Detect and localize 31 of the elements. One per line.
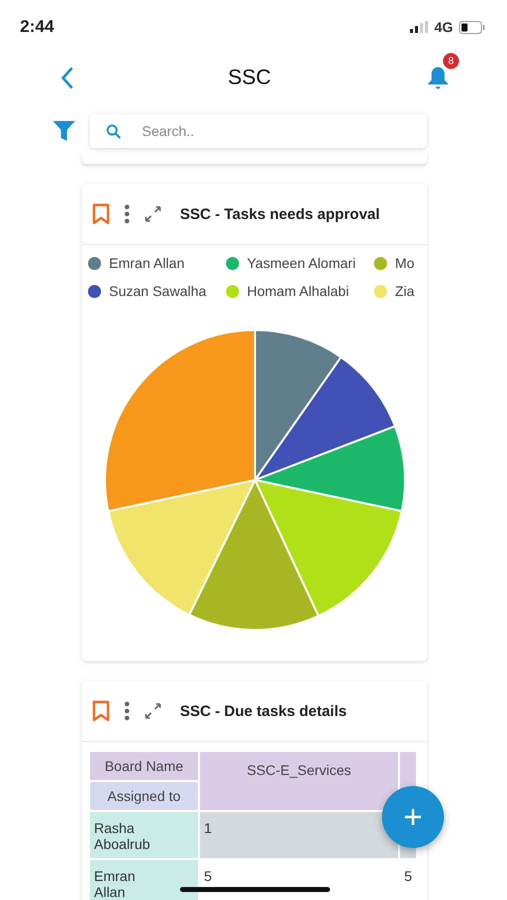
legend-label: Suzan Sawalha <box>109 283 206 299</box>
widget-title: SSC - Tasks needs approval <box>180 206 380 222</box>
legend-label: Emran Allan <box>109 255 184 271</box>
table-header-cell: Board Name <box>90 752 198 780</box>
table-header-cell: SSC-E_Services <box>200 752 398 810</box>
expand-icon[interactable] <box>144 205 162 223</box>
notification-badge: 8 <box>443 53 459 69</box>
signal-icon <box>410 21 428 33</box>
table-header-cell: Assigned to <box>90 782 198 810</box>
bookmark-icon[interactable] <box>92 203 110 225</box>
page-title: SSC <box>228 66 272 90</box>
table-cell: 1 <box>200 812 398 858</box>
widget-title: SSC - Due tasks details <box>180 702 347 720</box>
legend-label: Homam Alhalabi <box>247 283 349 299</box>
network-label: 4G <box>434 19 453 35</box>
table-cell: Rasha Aboalrub <box>90 812 198 858</box>
battery-icon <box>459 20 485 34</box>
search-icon <box>106 124 121 139</box>
bookmark-icon[interactable] <box>92 700 110 722</box>
table-cell: Emran Allan <box>90 860 198 900</box>
status-time: 2:44 <box>20 17 54 37</box>
filter-icon[interactable] <box>52 119 76 143</box>
expand-icon[interactable] <box>144 702 162 720</box>
more-icon[interactable] <box>124 204 130 224</box>
plus-icon <box>403 807 423 827</box>
search-field[interactable]: Search.. <box>90 114 427 148</box>
legend-label: Mo <box>395 255 414 271</box>
more-icon[interactable] <box>124 701 130 721</box>
legend-label: Zia <box>395 283 414 299</box>
back-icon[interactable] <box>60 66 74 90</box>
legend-label: Yasmeen Alomari <box>247 255 356 271</box>
